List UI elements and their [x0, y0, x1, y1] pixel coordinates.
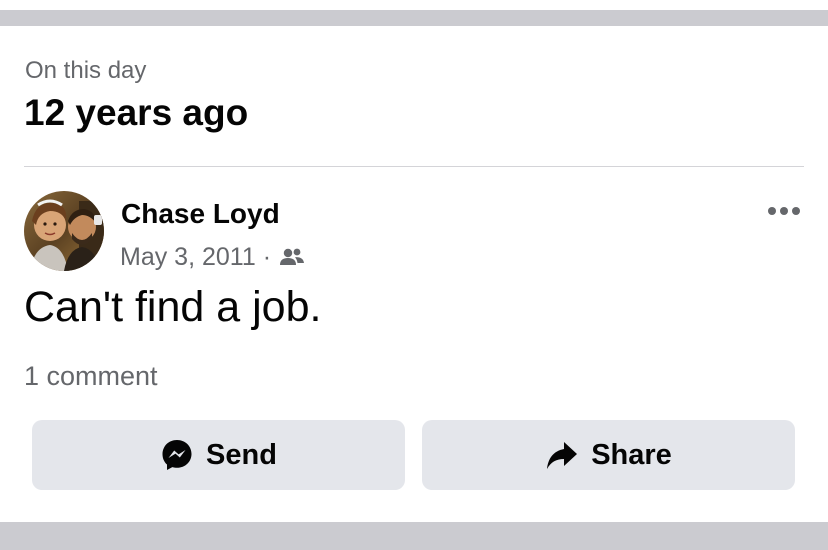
post-text: Can't find a job. — [24, 283, 322, 331]
friends-icon — [279, 247, 305, 267]
divider — [24, 166, 804, 167]
bottom-separator-band — [0, 522, 828, 550]
memory-title: 12 years ago — [24, 92, 249, 133]
share-button[interactable]: Share — [422, 420, 795, 490]
avatar[interactable] — [24, 191, 104, 271]
post-date[interactable]: May 3, 2011 — [120, 243, 256, 272]
memory-card: On this day 12 years ago Chase Loyd May … — [0, 0, 828, 550]
more-options-icon[interactable] — [764, 198, 804, 224]
share-button-label: Share — [591, 438, 672, 471]
messenger-icon — [160, 438, 194, 472]
author-name[interactable]: Chase Loyd — [121, 198, 280, 230]
top-separator-band — [0, 10, 828, 26]
memory-label: On this day — [25, 57, 147, 84]
send-button-label: Send — [206, 438, 277, 471]
comment-count[interactable]: 1 comment — [24, 361, 158, 392]
post-meta: May 3, 2011 · — [120, 241, 305, 273]
avatar-photo — [24, 191, 104, 271]
share-arrow-icon — [545, 438, 579, 472]
send-button[interactable]: Send — [32, 420, 405, 490]
meta-separator: · — [262, 242, 272, 271]
